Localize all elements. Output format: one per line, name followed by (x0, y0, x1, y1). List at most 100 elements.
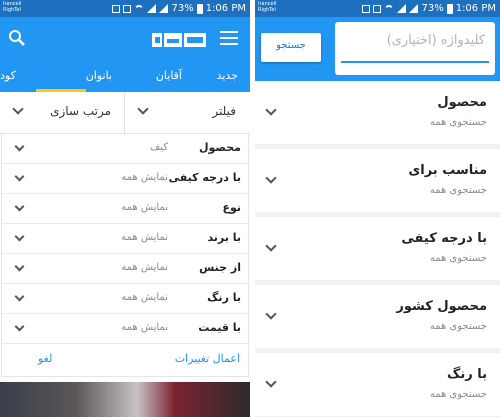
wifi-icon (134, 5, 145, 12)
battery-percent: 73% (171, 3, 194, 14)
status-icons: 73% 1:06 PM (112, 1, 246, 16)
filter-name: از جنس (199, 261, 241, 274)
filter-button[interactable]: فیلتر (125, 92, 250, 134)
facet-item[interactable]: با رنگ جستجوی همه (255, 353, 500, 416)
menu-icon[interactable] (220, 31, 238, 45)
facet-subtitle: جستجوی همه (429, 321, 487, 332)
chevron-down-icon (14, 321, 25, 332)
signal-icon-2 (159, 4, 169, 13)
filter-name: نوع (222, 201, 241, 214)
facet-subtitle: جستجوی همه (429, 253, 487, 264)
filter-row[interactable]: با برند نمایش همه (2, 224, 248, 254)
keyword-input[interactable]: کلیدواژه (اختیاری) (335, 22, 495, 75)
chevron-down-icon (265, 240, 277, 252)
filter-value: نمایش همه (121, 262, 168, 273)
chevron-down-icon (14, 231, 25, 242)
carrier-names: Irancell RighTel (3, 1, 21, 13)
facet-list: محصول جستجوی همه مناسب برای جستجوی همه ب… (255, 81, 500, 417)
chevron-down-icon (14, 171, 25, 182)
signal-icon-2 (409, 4, 419, 13)
facet-title: مناسب برای (408, 163, 487, 178)
filter-value: نمایش همه (121, 292, 168, 303)
carrier-2: RighTel (258, 7, 276, 13)
chevron-down-icon (265, 104, 277, 116)
filter-row[interactable]: با درجه کیفی نمایش همه (2, 164, 248, 194)
filter-row[interactable]: با رنگ نمایش همه (2, 284, 248, 314)
filter-value: نمایش همه (121, 232, 168, 243)
search-button-label: جستجو (276, 40, 306, 51)
filter-name: با درجه کیفی (168, 171, 241, 184)
status-icons: 73% 1:06 PM (362, 1, 496, 16)
chevron-down-icon (265, 172, 277, 184)
clock: 1:06 PM (455, 3, 496, 14)
carrier-names: Irancell RighTel (258, 1, 276, 13)
facet-item[interactable]: محصول کشور جستجوی همه (255, 285, 500, 348)
signal-icon (147, 4, 157, 13)
filter-sort-bar: فیلتر مرتب سازی (0, 92, 250, 134)
search-button[interactable]: جستجو (261, 33, 321, 62)
filter-dropdown: محصول کیف با درجه کیفی نمایش همه نوع نما… (1, 133, 249, 377)
search-screen: Irancell RighTel 73% 1:06 PM کلیدواژه (ا… (255, 0, 500, 417)
facet-subtitle: جستجوی همه (429, 185, 487, 196)
status-bar: Irancell RighTel 73% 1:06 PM (255, 0, 500, 17)
tab-women[interactable]: بانوان (86, 69, 112, 82)
battery-percent: 73% (421, 3, 444, 14)
apply-button[interactable]: اعمال تغییرات (175, 352, 240, 365)
tab-men[interactable]: آقایان (156, 69, 182, 82)
clock: 1:06 PM (205, 3, 246, 14)
filter-name: با قیمت (198, 321, 241, 334)
image-icon (123, 4, 132, 13)
keyword-placeholder: کلیدواژه (اختیاری) (386, 33, 485, 48)
filter-label: فیلتر (212, 104, 236, 118)
filter-screen: Irancell RighTel 73% 1:06 PM جدید آقایان… (0, 0, 250, 417)
signal-icon (397, 4, 407, 13)
facet-item[interactable]: با درجه کیفی جستجوی همه (255, 217, 500, 280)
chevron-down-icon (137, 103, 149, 115)
facet-item[interactable]: مناسب برای جستجوی همه (255, 149, 500, 212)
filter-row[interactable]: نوع نمایش همه (2, 194, 248, 224)
facet-subtitle: جستجوی همه (429, 389, 487, 400)
facet-subtitle: جستجوی همه (429, 117, 487, 128)
filter-row[interactable]: محصول کیف (2, 134, 248, 164)
tab-kids[interactable]: کود (0, 69, 16, 82)
notification-icon (112, 4, 121, 13)
category-tabs: جدید آقایان بانوان کود (0, 59, 250, 92)
chevron-down-icon (14, 141, 25, 152)
filter-name: با رنگ (207, 291, 241, 304)
facet-item[interactable]: محصول جستجوی همه (255, 81, 500, 144)
image-icon (373, 4, 382, 13)
filter-value: نمایش همه (121, 202, 168, 213)
brand-logo[interactable] (152, 29, 206, 51)
facet-title: با درجه کیفی (401, 231, 487, 246)
cancel-button[interactable]: لغو (38, 352, 52, 365)
sort-label: مرتب سازی (50, 104, 111, 118)
filter-row[interactable]: از جنس نمایش همه (2, 254, 248, 284)
filter-name: با برند (207, 231, 241, 244)
facet-title: محصول (437, 95, 487, 110)
chevron-down-icon (265, 376, 277, 388)
filter-value: کیف (149, 142, 168, 153)
filter-actions: اعمال تغییرات لغو (2, 344, 248, 376)
notification-icon (362, 4, 371, 13)
wifi-icon (384, 5, 395, 12)
sort-button[interactable]: مرتب سازی (0, 92, 125, 134)
search-header: کلیدواژه (اختیاری) جستجو (255, 17, 500, 81)
filter-row[interactable]: با قیمت نمایش همه (2, 314, 248, 344)
filter-value: نمایش همه (121, 172, 168, 183)
tab-new[interactable]: جدید (217, 69, 238, 82)
battery-icon (196, 3, 203, 14)
chevron-down-icon (14, 261, 25, 272)
input-underline (341, 61, 489, 63)
chevron-down-icon (12, 103, 24, 115)
facet-title: با رنگ (447, 367, 487, 382)
filter-value: نمایش همه (121, 322, 168, 333)
chevron-down-icon (14, 201, 25, 212)
battery-icon (446, 3, 453, 14)
app-bar: جدید آقایان بانوان کود (0, 17, 250, 92)
product-image (0, 382, 250, 417)
carrier-2: RighTel (3, 7, 21, 13)
chevron-down-icon (14, 291, 25, 302)
filter-name: محصول (198, 141, 241, 154)
chevron-down-icon (265, 308, 277, 320)
search-icon[interactable] (8, 29, 26, 47)
